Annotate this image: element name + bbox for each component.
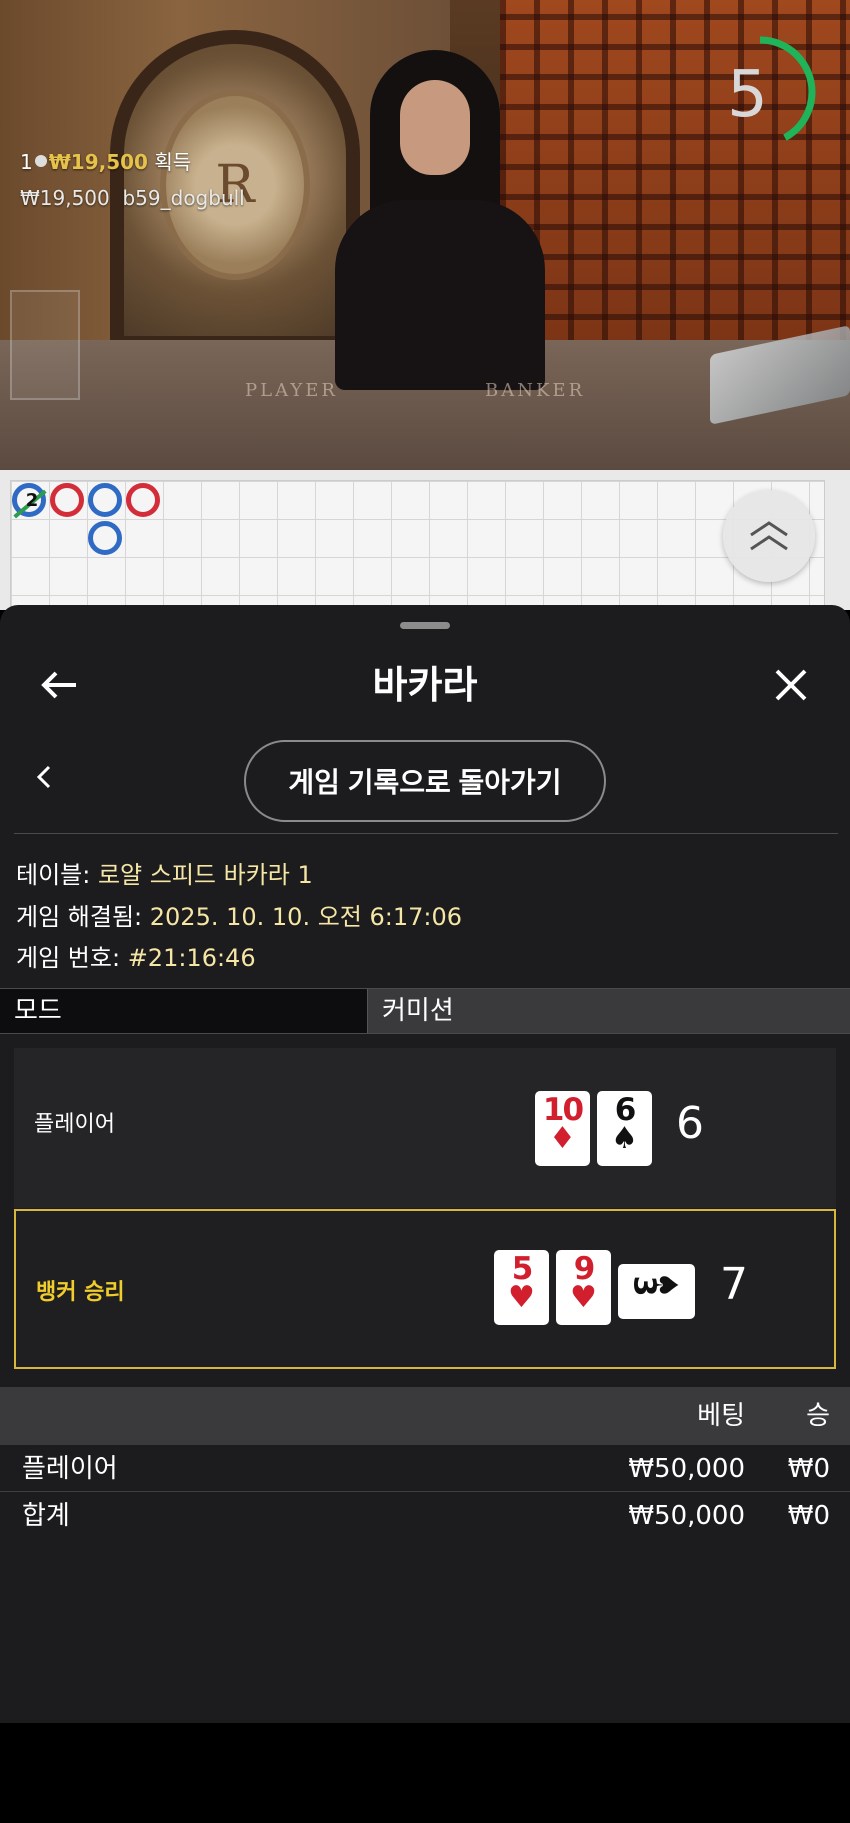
resolved-label: 게임 해결됨: (16, 903, 143, 931)
divider (14, 833, 838, 834)
live-video: R PLAYER BANKER 1 ₩19,500 획득 ₩19,500 b59_… (0, 0, 850, 470)
road-bead-blue (88, 483, 122, 517)
previous-game-button[interactable] (22, 755, 66, 799)
tab-mode[interactable]: 모드 (0, 989, 367, 1033)
playing-card: 10 ♦ (535, 1091, 590, 1166)
resolved-value: 2025. 10. 10. 오전 6:17:06 (149, 903, 463, 931)
game-number-info: 게임 번호: #21:16:46 (16, 938, 256, 973)
playing-card: 6 ♠ (597, 1091, 652, 1166)
road-bead-blue (88, 521, 122, 555)
total-bet: ₩50,000 (628, 1501, 745, 1531)
modal-title: 바카라 (372, 663, 478, 707)
table-row: 플레이어 ₩50,000 ₩0 (0, 1446, 850, 1492)
person-icon (34, 155, 47, 167)
tab-commission[interactable]: 커미션 (367, 989, 850, 1033)
playing-card-sideways: 3♠ (618, 1264, 695, 1319)
mode-tabs: 모드 커미션 (0, 988, 850, 1034)
road-bead-red (50, 483, 84, 517)
bottom-bar (0, 1723, 850, 1823)
winner-amount: ₩19,500 (20, 186, 110, 210)
game-number-value: #21:16:46 (127, 944, 256, 972)
winner-entry: ₩19,500 b59_dogbull (20, 186, 245, 210)
close-button[interactable] (756, 650, 826, 720)
winner-username: b59_dogbull (122, 186, 245, 210)
expand-road-button[interactable] (723, 490, 815, 582)
resolved-info: 게임 해결됨: 2025. 10. 10. 오전 6:17:06 (16, 897, 462, 932)
royal-emblem-logo: R (160, 90, 310, 280)
game-number-label: 게임 번호: (16, 944, 121, 972)
back-to-history-button[interactable]: 게임 기록으로 돌아가기 (244, 740, 606, 822)
total-win: ₩0 (787, 1501, 830, 1531)
banker-hand: 뱅커 승리 5 ♥ 9 ♥ 3♠ 7 (14, 1209, 836, 1369)
road-bead-red (126, 483, 160, 517)
discard-tray (10, 290, 80, 400)
bet-amount: ₩50,000 (628, 1454, 745, 1484)
drag-handle[interactable] (400, 622, 450, 629)
table-info: 테이블: 로얄 스피드 바카라 1 (16, 855, 313, 890)
bet-label: 플레이어 (22, 1454, 118, 1484)
table-label: 테이블: (16, 861, 91, 889)
double-chevron-up-icon (750, 521, 788, 551)
table-row-total: 합계 ₩50,000 ₩0 (0, 1493, 850, 1539)
bet-column-header: 베팅 (697, 1401, 745, 1431)
close-icon (775, 669, 807, 701)
table-value: 로얄 스피드 바카라 1 (97, 861, 313, 889)
table-player-label: PLAYER (245, 380, 338, 401)
winner-count: 1 (20, 150, 33, 174)
playing-card: 9 ♥ (556, 1250, 611, 1325)
player-hand: 플레이어 10 ♦ 6 ♠ 6 (14, 1048, 836, 1208)
banker-hand-label: 뱅커 승리 (36, 1280, 125, 1305)
playing-card: 5 ♥ (494, 1250, 549, 1325)
winners-summary: 1 ₩19,500 획득 (20, 146, 191, 175)
bets-table-header: 베팅 승 (0, 1387, 850, 1445)
win-amount: ₩0 (787, 1454, 830, 1484)
winners-amount: ₩19,500 (48, 150, 148, 174)
winners-suffix: 획득 (154, 150, 192, 174)
game-detail-sheet: 바카라 게임 기록으로 돌아가기 테이블: 로얄 스피드 바카라 1 게임 해결… (0, 605, 850, 1723)
countdown-number: 5 (727, 58, 768, 132)
win-column-header: 승 (806, 1401, 830, 1431)
player-score: 6 (676, 1098, 704, 1149)
dealer (330, 50, 560, 390)
total-label: 합계 (22, 1501, 70, 1531)
chevron-left-icon (36, 765, 51, 789)
banker-score: 7 (720, 1259, 748, 1310)
table-banker-label: BANKER (485, 380, 586, 401)
player-hand-label: 플레이어 (34, 1112, 115, 1137)
bead-number: 2 (25, 490, 39, 511)
